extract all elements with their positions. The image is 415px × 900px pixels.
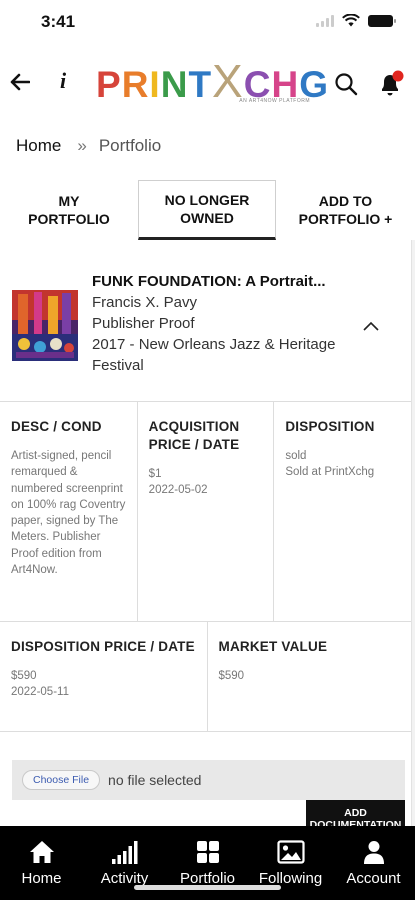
acquisition-label: ACQUISITION PRICE / DATE <box>148 419 240 452</box>
desc-cond-label: DESC / COND <box>11 419 102 434</box>
home-icon <box>29 841 54 863</box>
breadcrumb-home-link[interactable]: Home <box>16 136 61 156</box>
item-details: FUNK FOUNDATION: A Portrait... Francis X… <box>92 272 354 376</box>
collapse-button[interactable] <box>362 319 380 331</box>
disposition-label: DISPOSITION <box>285 419 375 434</box>
acquisition-values: $1 2022-05-02 <box>149 466 264 499</box>
file-input[interactable]: Choose File no file selected <box>12 760 405 800</box>
disposition-status: sold <box>285 450 307 462</box>
image-icon <box>276 840 305 864</box>
portfolio-item[interactable]: FUNK FOUNDATION: A Portrait... Francis X… <box>0 240 411 402</box>
logo-letter: N <box>160 64 189 105</box>
disposition-price-label: DISPOSITION PRICE / DATE <box>11 639 195 654</box>
home-indicator <box>134 885 281 890</box>
disposition-date: 2022-05-11 <box>11 686 69 699</box>
activity-icon <box>111 841 137 864</box>
disposition-cell: DISPOSITION sold Sold at PrintXchg <box>274 402 411 621</box>
details-row-1: DESC / COND Artist-signed, pencil remarq… <box>0 402 411 622</box>
artwork-thumbnail[interactable] <box>12 290 78 361</box>
portfolio-icon <box>196 841 219 863</box>
disposition-price-values: $590 2022-05-11 <box>11 668 197 701</box>
desc-cond-value: Artist-signed, pencil remarqued & number… <box>11 450 126 577</box>
nav-home[interactable]: Home <box>0 826 83 900</box>
file-status: no file selected <box>108 772 202 788</box>
item-artist: Francis X. Pavy <box>92 294 198 311</box>
cellular-signal-icon <box>316 14 334 27</box>
logo-tagline: AN ART4NOW PLATFORM <box>239 98 310 104</box>
disposition-detail: Sold at PrintXchg <box>285 466 375 479</box>
arrow-left-icon <box>10 73 30 91</box>
breadcrumb: Home » Portfolio <box>16 136 161 156</box>
search-button[interactable] <box>334 72 358 96</box>
disposition-price-cell: DISPOSITION PRICE / DATE $590 2022-05-11 <box>0 622 208 731</box>
portfolio-tabs: MY PORTFOLIO NO LONGER OWNED ADD TO PORT… <box>0 180 415 240</box>
status-time: 3:41 <box>41 12 76 31</box>
printxchg-logo[interactable]: PRINTXCHG AN ART4NOW PLATFORM <box>96 56 328 106</box>
add-documentation-button[interactable]: ADD DOCUMENTATION <box>306 800 405 826</box>
nav-label: Account <box>346 870 401 887</box>
battery-icon <box>368 14 396 27</box>
tab-label: MY PORTFOLIO <box>28 193 110 227</box>
nav-account[interactable]: Account <box>332 826 415 900</box>
bell-icon <box>382 70 404 96</box>
tab-my-portfolio[interactable]: MY PORTFOLIO <box>0 180 138 240</box>
disposition-price: $590 <box>11 670 37 682</box>
tab-no-longer-owned[interactable]: NO LONGER OWNED <box>138 180 276 240</box>
status-icons <box>316 14 396 27</box>
market-value-cell: MARKET VALUE $590 <box>208 622 412 731</box>
wifi-icon <box>342 14 360 27</box>
acquisition-cell: ACQUISITION PRICE / DATE $1 2022-05-02 <box>138 402 275 621</box>
item-edition: Publisher Proof <box>92 315 195 332</box>
tab-add-to-portfolio[interactable]: ADD TO PORTFOLIO + <box>276 180 415 240</box>
item-title: FUNK FOUNDATION: A Portrait... <box>92 273 326 290</box>
app-header: i PRINTXCHG AN ART4NOW PLATFORM <box>0 50 415 116</box>
breadcrumb-current: Portfolio <box>98 136 162 155</box>
nav-label: Home <box>21 870 62 887</box>
portfolio-content: FUNK FOUNDATION: A Portrait... Francis X… <box>0 240 415 826</box>
acquisition-date: 2022-05-02 <box>148 484 208 497</box>
acquisition-price: $1 <box>148 468 162 480</box>
item-event: 2017 - New Orleans Jazz & Heritage Festi… <box>92 336 336 374</box>
tab-label: NO LONGER OWNED <box>164 192 250 226</box>
market-value: $590 <box>218 670 245 682</box>
logo-letter: P <box>96 64 122 105</box>
logo-letter: R <box>121 64 150 105</box>
status-bar: 3:41 <box>0 0 415 46</box>
portfolio-item-card: FUNK FOUNDATION: A Portrait... Francis X… <box>0 240 412 826</box>
notifications-button[interactable] <box>378 70 404 98</box>
choose-file-button[interactable]: Choose File <box>22 770 101 790</box>
market-value-label: MARKET VALUE <box>218 639 328 654</box>
artwork-image <box>12 290 78 361</box>
back-button[interactable] <box>8 68 32 96</box>
logo-letter: I <box>149 64 161 105</box>
logo-letter: T <box>188 64 213 105</box>
search-icon <box>335 73 358 96</box>
desc-cond-cell: DESC / COND Artist-signed, pencil remarq… <box>0 402 138 621</box>
breadcrumb-separator: » <box>77 136 87 155</box>
tab-label: ADD TO PORTFOLIO + <box>298 193 393 227</box>
account-icon <box>363 841 384 864</box>
info-button[interactable]: i <box>55 68 71 96</box>
disposition-values: sold Sold at PrintXchg <box>285 448 401 481</box>
chevron-up-icon <box>363 321 379 331</box>
details-row-2: DISPOSITION PRICE / DATE $590 2022-05-11… <box>0 622 411 732</box>
